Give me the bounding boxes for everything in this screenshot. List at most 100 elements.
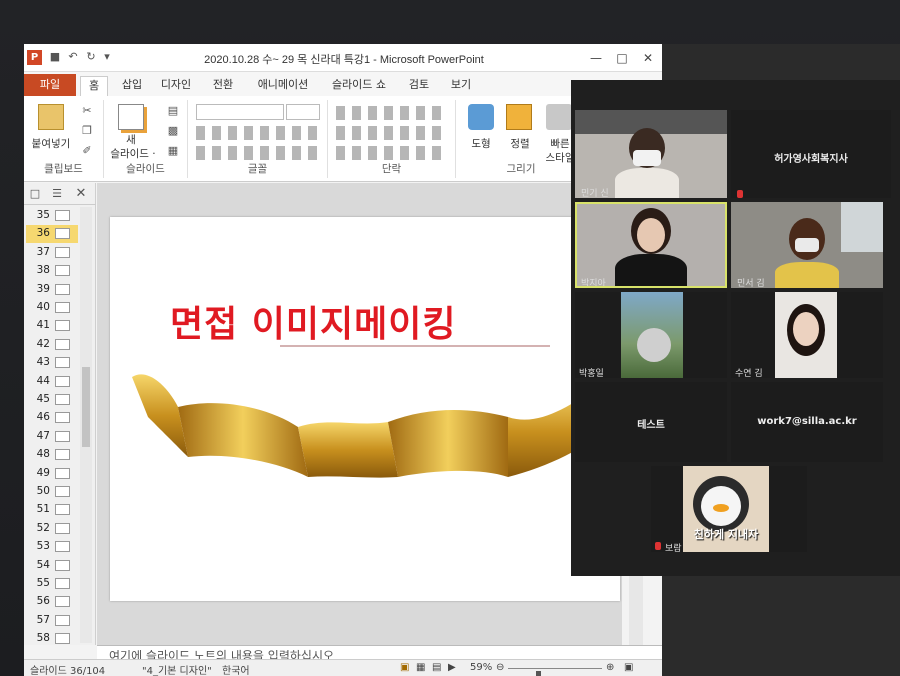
tab-review[interactable]: 검토 (402, 76, 436, 96)
customize-qat-icon[interactable]: ▾ (100, 50, 114, 64)
align-tools[interactable] (336, 146, 448, 160)
tab-transitions[interactable]: 전환 (206, 76, 240, 96)
slide-thumbnail-preview[interactable] (55, 375, 70, 387)
slide-thumbnail-preview[interactable] (55, 246, 70, 258)
zoom-slider[interactable] (508, 668, 602, 676)
reset-icon[interactable]: ▩ (166, 124, 180, 138)
arrange-icon[interactable] (506, 104, 532, 130)
slide-thumbnail-preview[interactable] (55, 504, 70, 516)
slide-thumbnail[interactable]: 52 (26, 520, 78, 538)
slides-view-icon[interactable]: □ (28, 187, 42, 201)
tab-slideshow[interactable]: 슬라이드 쇼 (326, 76, 392, 96)
slide-thumbnail-preview[interactable] (55, 633, 70, 645)
slide-thumbnail[interactable]: 38 (26, 262, 78, 280)
slide-thumbnail[interactable]: 53 (26, 538, 78, 556)
layout-icon[interactable]: ▤ (166, 104, 180, 118)
slide-thumbnail-preview[interactable] (55, 541, 70, 553)
slide-thumbnail-preview[interactable] (55, 357, 70, 369)
slide-thumbnail[interactable]: 40 (26, 299, 78, 317)
tab-animations[interactable]: 애니메이션 (248, 76, 318, 96)
slide-thumbnail-preview[interactable] (55, 283, 70, 295)
slide-thumbnail[interactable]: 48 (26, 446, 78, 464)
tab-home[interactable]: 홈 (80, 76, 108, 96)
current-slide[interactable]: 면접 이미지메이킹 (110, 217, 620, 601)
slide-thumbnail-preview[interactable] (55, 302, 70, 313)
slide-thumbnail-preview[interactable] (55, 578, 70, 589)
tab-insert[interactable]: 삽입 (116, 76, 148, 96)
cut-icon[interactable]: ✂ (80, 104, 94, 118)
thumbnails-scroll-thumb[interactable] (82, 367, 90, 447)
zoom-in-icon[interactable]: ⊕ (606, 662, 614, 673)
slide-thumbnail[interactable]: 47 (26, 428, 78, 446)
slide-thumbnail[interactable]: 50 (26, 483, 78, 501)
slide-thumbnail[interactable]: 51 (26, 501, 78, 519)
redo-icon[interactable]: ↻ (84, 50, 98, 64)
slide-thumbnail-preview[interactable] (55, 320, 70, 332)
slide-thumbnail[interactable]: 41 (26, 317, 78, 335)
slide-thumbnail[interactable]: 42 (26, 336, 78, 354)
slide-thumbnail[interactable]: 56 (26, 593, 78, 611)
participant-tile-6[interactable]: 수연 김 (731, 292, 883, 378)
slide-thumbnail[interactable]: 45 (26, 391, 78, 409)
slide-thumbnail-preview[interactable] (55, 338, 70, 350)
indent-tools[interactable] (336, 126, 448, 140)
copy-icon[interactable]: ❐ (80, 124, 94, 138)
slide-thumbnail-preview[interactable] (55, 467, 70, 479)
powerpoint-app-icon[interactable]: P (27, 50, 42, 65)
slide-thumbnail-preview[interactable] (55, 449, 70, 461)
new-slide-icon[interactable] (118, 104, 144, 130)
close-button[interactable]: ✕ (634, 48, 662, 68)
slide-thumbnail[interactable]: 36 (26, 225, 78, 244)
maximize-button[interactable]: □ (608, 48, 636, 68)
new-slide-button-line2[interactable]: 슬라이드 · (104, 146, 162, 161)
paste-icon[interactable] (38, 104, 64, 130)
outline-view-icon[interactable]: ☰ (50, 187, 64, 201)
save-icon[interactable]: ■ (48, 50, 62, 64)
quick-styles-icon[interactable] (546, 104, 572, 130)
slide-thumbnail[interactable]: 37 (26, 244, 78, 262)
minimize-button[interactable]: — (582, 48, 610, 68)
language-indicator[interactable]: 한국어 (222, 662, 250, 676)
close-panel-icon[interactable]: ✕ (74, 187, 88, 201)
participant-tile-9[interactable]: 친하게 지내자 보람 (651, 466, 807, 552)
slide-thumbnail-preview[interactable] (55, 486, 70, 497)
slide-thumbnail[interactable]: 39 (26, 281, 78, 299)
slide-thumbnail-preview[interactable] (55, 614, 70, 626)
participant-tile-2[interactable]: 허가영사회복지사 (731, 110, 891, 198)
slide-thumbnail[interactable]: 43 (26, 354, 78, 372)
tab-view[interactable]: 보기 (444, 76, 478, 96)
participant-tile-1[interactable]: 민기 신 (575, 110, 727, 198)
format-painter-icon[interactable]: ✐ (80, 144, 94, 158)
slide-thumbnail-preview[interactable] (55, 394, 70, 405)
shapes-button[interactable]: 도형 (460, 136, 502, 151)
thumbnails-scrollbar[interactable] (80, 207, 92, 643)
slide-thumbnail[interactable]: 35 (26, 207, 78, 225)
slide-thumbnail[interactable]: 54 (26, 557, 78, 575)
slide-thumbnail[interactable]: 57 (26, 612, 78, 630)
font-size-select[interactable] (286, 104, 320, 120)
new-slide-button[interactable]: 새 (108, 132, 154, 147)
tab-file[interactable]: 파일 (24, 74, 76, 96)
font-size-tools[interactable] (196, 126, 320, 140)
slide-title[interactable]: 면접 이미지메이킹 (170, 295, 580, 347)
zoom-slider-knob[interactable] (536, 671, 541, 676)
slide-thumbnail-preview[interactable] (55, 210, 70, 221)
normal-view-icon[interactable]: ▣ (400, 662, 409, 673)
arrange-button[interactable]: 정렬 (500, 136, 540, 151)
participant-tile-8[interactable]: work7@silla.ac.kr (731, 382, 883, 462)
zoom-out-icon[interactable]: ⊖ (496, 662, 504, 673)
reading-view-icon[interactable]: ▤ (432, 662, 441, 673)
participant-tile-5[interactable]: 박홍일 (575, 292, 727, 378)
slide-thumbnail[interactable]: 55 (26, 575, 78, 593)
font-style-tools[interactable] (196, 146, 320, 160)
list-tools[interactable] (336, 106, 448, 120)
slide-thumbnail-preview[interactable] (55, 430, 70, 442)
zoom-level[interactable]: 59% (470, 662, 492, 673)
slide-thumbnail-preview[interactable] (55, 522, 70, 534)
slide-thumbnail[interactable]: 58 (26, 630, 78, 648)
slide-thumbnail-preview[interactable] (55, 228, 70, 240)
slide-thumbnail[interactable]: 46 (26, 409, 78, 427)
paste-button[interactable]: 붙여넣기 (26, 136, 76, 151)
gold-ribbon-banner[interactable] (128, 367, 608, 507)
slide-sorter-icon[interactable]: ▦ (416, 662, 425, 673)
